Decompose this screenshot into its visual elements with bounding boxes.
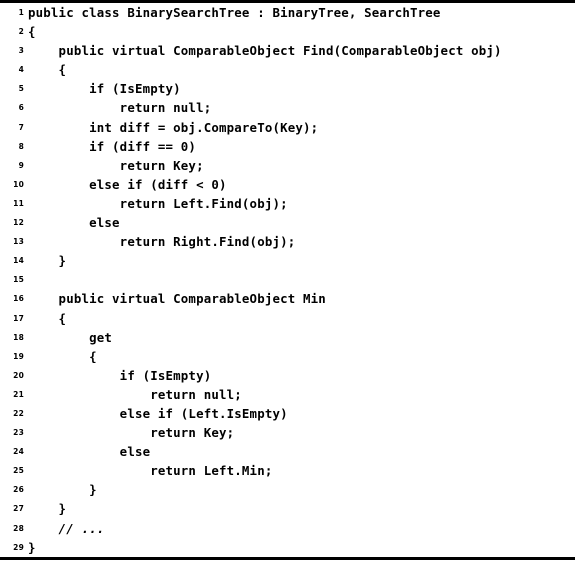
line-number: 22: [13, 408, 24, 418]
line-number: 25: [13, 466, 24, 476]
line-number: 29: [13, 542, 24, 552]
code-text: if (IsEmpty): [28, 81, 181, 97]
code-text: else if (Left.IsEmpty): [28, 405, 288, 421]
code-line: 25 return Left.Min;: [0, 461, 575, 480]
code-text: if (IsEmpty): [28, 367, 212, 383]
code-text: if (diff == 0): [28, 138, 197, 154]
line-number: 21: [13, 389, 24, 399]
code-line: 21 return null;: [0, 385, 575, 404]
code-lines-container: 1 public class BinarySearchTree : BinaryT…: [0, 3, 575, 557]
code-line: 27 }: [0, 499, 575, 518]
line-number: 11: [13, 198, 24, 208]
code-text: return Right.Find(obj);: [28, 234, 296, 250]
code-line: 1 public class BinarySearchTree : BinaryT…: [0, 3, 575, 22]
code-line: 3 public virtual ComparableObject Find(C…: [0, 41, 575, 60]
line-number: 20: [13, 370, 24, 380]
line-number: 5: [18, 84, 24, 94]
line-number: 23: [13, 428, 24, 438]
code-text: public class BinarySearchTree : BinaryTr…: [28, 5, 441, 20]
line-number: 18: [13, 332, 24, 342]
code-text: {: [28, 62, 67, 78]
code-line: 10 else if (diff < 0): [0, 175, 575, 194]
code-listing: 1 public class BinarySearchTree : BinaryT…: [0, 0, 575, 562]
code-line: 23 return Key;: [0, 423, 575, 442]
code-text: return Key;: [28, 425, 235, 441]
line-number: 27: [13, 504, 24, 514]
line-number: 7: [18, 122, 24, 132]
line-number: 10: [13, 179, 24, 189]
code-text: }: [28, 539, 36, 555]
code-line: 19 {: [0, 347, 575, 366]
code-line: 8 if (diff == 0): [0, 137, 575, 156]
code-text: }: [28, 482, 97, 498]
line-number: 28: [13, 523, 24, 533]
line-number: 12: [13, 218, 24, 228]
code-line: 9 return Key;: [0, 156, 575, 175]
code-text: else: [28, 215, 120, 231]
line-number: 8: [18, 141, 24, 151]
code-text: get: [28, 329, 113, 345]
code-line: 17 {: [0, 309, 575, 328]
line-number: 26: [13, 485, 24, 495]
code-text: return Key;: [28, 157, 204, 173]
code-line: 4 {: [0, 60, 575, 79]
code-line: 29}: [0, 538, 575, 557]
code-text: }: [28, 253, 67, 269]
line-number: 16: [13, 294, 24, 304]
code-line: 5 if (IsEmpty): [0, 79, 575, 98]
code-line: 13 return Right.Find(obj);: [0, 232, 575, 251]
code-comment: // ...: [28, 520, 105, 536]
code-line: 11 return Left.Find(obj);: [0, 194, 575, 213]
code-text: return Left.Find(obj);: [28, 195, 288, 211]
line-number: 4: [18, 65, 24, 75]
code-text: else: [28, 444, 151, 460]
code-line: 6 return null;: [0, 98, 575, 117]
code-text: else if (diff < 0): [28, 176, 227, 192]
code-text: return null;: [28, 386, 242, 402]
code-line: 22 else if (Left.IsEmpty): [0, 404, 575, 423]
code-line: 12 else: [0, 213, 575, 232]
line-number: 2: [18, 27, 24, 37]
code-text: {: [28, 24, 36, 40]
code-line: 24 else: [0, 442, 575, 461]
code-text: }: [28, 501, 67, 517]
code-text: public virtual ComparableObject Min: [28, 291, 326, 307]
code-line: 18 get: [0, 328, 575, 347]
code-text: public virtual ComparableObject Find(Com…: [28, 43, 502, 59]
code-line: 2{: [0, 22, 575, 41]
code-text: return Left.Min;: [28, 463, 273, 479]
code-line: 15: [0, 270, 575, 289]
line-number: 19: [13, 351, 24, 361]
line-number: 9: [18, 160, 24, 170]
code-text: {: [28, 310, 67, 326]
line-number: 15: [13, 275, 24, 285]
line-number: 6: [18, 103, 24, 113]
line-number: 14: [13, 256, 24, 266]
code-line: 26 }: [0, 480, 575, 499]
line-number: 1: [18, 8, 24, 17]
code-text: {: [28, 348, 97, 364]
code-line: 28 // ...: [0, 519, 575, 538]
code-line: 20 if (IsEmpty): [0, 366, 575, 385]
line-number: 24: [13, 447, 24, 457]
code-text: return null;: [28, 100, 212, 116]
code-line: 7 int diff = obj.CompareTo(Key);: [0, 118, 575, 137]
line-number: 17: [13, 313, 24, 323]
code-text: int diff = obj.CompareTo(Key);: [28, 119, 319, 135]
line-number: 3: [18, 46, 24, 56]
code-line: 14 }: [0, 251, 575, 270]
line-number: 13: [13, 237, 24, 247]
bottom-rule: [0, 557, 575, 560]
code-line: 16 public virtual ComparableObject Min: [0, 289, 575, 308]
